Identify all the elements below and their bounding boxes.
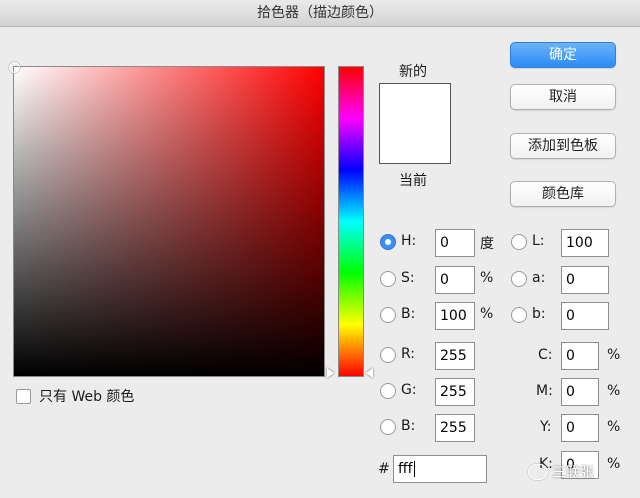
new-color-label: 新的 (399, 64, 427, 80)
yellow-input[interactable]: 0 (561, 414, 599, 442)
saturation-input[interactable]: 0 (435, 266, 475, 294)
brightness-radio[interactable] (380, 307, 396, 323)
green-label: G: (401, 382, 417, 398)
cyan-input[interactable]: 0 (561, 342, 599, 370)
ok-button[interactable]: 确定 (510, 42, 616, 68)
lab-l-label: L: (532, 233, 545, 249)
blue-input[interactable]: 255 (435, 414, 475, 442)
hue-label: H: (401, 233, 417, 249)
lab-a-input[interactable]: 0 (561, 266, 609, 294)
new-color-swatch (379, 83, 451, 124)
text-cursor (413, 461, 415, 477)
saturation-unit: % (480, 270, 494, 286)
blue-radio[interactable] (380, 419, 396, 435)
red-input[interactable]: 255 (435, 342, 475, 370)
cyan-label: C: (538, 347, 553, 363)
red-radio[interactable] (380, 347, 396, 363)
magenta-unit: % (607, 383, 621, 399)
magenta-label: M: (536, 383, 553, 399)
saturation-radio[interactable] (380, 271, 396, 287)
yellow-label: Y: (540, 419, 552, 435)
green-input[interactable]: 255 (435, 378, 475, 406)
current-color-swatch[interactable] (379, 123, 451, 164)
red-label: R: (401, 346, 416, 362)
web-only-label: 只有 Web 颜色 (39, 389, 135, 405)
lab-a-radio[interactable] (511, 271, 527, 287)
hue-slider[interactable] (338, 66, 364, 377)
hex-label: # (378, 461, 390, 477)
hue-input[interactable]: 0 (435, 229, 475, 257)
brightness-label: B: (401, 306, 416, 322)
cyan-unit: % (607, 347, 621, 363)
color-libraries-button[interactable]: 颜色库 (510, 181, 616, 207)
black-unit: % (607, 456, 621, 472)
hue-radio[interactable] (380, 234, 396, 250)
lab-b-radio[interactable] (511, 307, 527, 323)
brightness-unit: % (480, 306, 494, 322)
cancel-button[interactable]: 取消 (510, 84, 616, 110)
magenta-input[interactable]: 0 (561, 378, 599, 406)
watermark-text: 三联张 (552, 465, 594, 481)
green-radio[interactable] (380, 383, 396, 399)
hex-value: fff (398, 461, 413, 477)
add-to-swatches-button[interactable]: 添加到色板 (510, 133, 616, 159)
current-color-label: 当前 (399, 173, 427, 189)
hue-unit: 度 (480, 236, 494, 252)
hex-input[interactable]: fff (393, 455, 487, 483)
window-title: 拾色器（描边颜色） (257, 5, 383, 21)
lab-b-label: b: (532, 306, 546, 322)
title-bar: 拾色器（描边颜色） (0, 0, 640, 27)
web-only-checkbox[interactable] (16, 388, 31, 404)
lab-l-radio[interactable] (511, 234, 527, 250)
hue-slider-left-handle[interactable] (327, 368, 334, 378)
blue-label: B: (401, 418, 416, 434)
yellow-unit: % (607, 419, 621, 435)
brightness-input[interactable]: 100 (435, 302, 475, 330)
lab-l-input[interactable]: 100 (561, 229, 609, 257)
color-field[interactable] (9, 62, 325, 377)
hue-slider-right-handle[interactable] (366, 368, 373, 378)
watermark: 三联张 (528, 462, 594, 482)
chat-bubble-icon (528, 464, 548, 480)
field-marker[interactable] (9, 62, 20, 73)
lab-a-label: a: (532, 270, 546, 286)
saturation-label: S: (401, 270, 415, 286)
lab-b-input[interactable]: 0 (561, 302, 609, 330)
web-only-option[interactable]: 只有 Web 颜色 (16, 386, 134, 406)
